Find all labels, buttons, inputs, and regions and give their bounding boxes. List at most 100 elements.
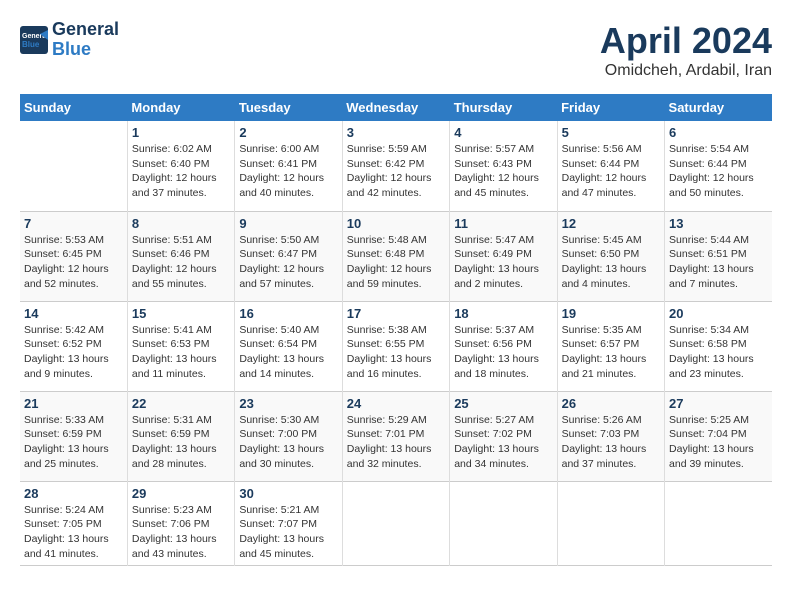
day-number: 26 xyxy=(562,396,660,411)
day-cell-11: 11Sunrise: 5:47 AM Sunset: 6:49 PM Dayli… xyxy=(450,211,557,301)
week-row-2: 7 Sunrise: 5:53 AM Sunset: 6:45 PM Daylig… xyxy=(20,211,772,301)
day-info: Sunrise: 5:31 AM Sunset: 6:59 PM Dayligh… xyxy=(132,413,230,472)
day-info: Sunrise: 5:40 AM Sunset: 6:54 PM Dayligh… xyxy=(239,323,337,382)
day-cell-15: 15 Sunrise: 5:41 AM Sunset: 6:53 PM Dayli… xyxy=(127,301,234,391)
week-row-3: 14 Sunrise: 5:42 AM Sunset: 6:52 PM Dayli… xyxy=(20,301,772,391)
day-info: Sunrise: 5:38 AM Sunset: 6:55 PM Dayligh… xyxy=(347,323,445,382)
logo-text: General Blue xyxy=(52,20,119,60)
day-number: 19 xyxy=(562,306,660,321)
day-number: 28 xyxy=(24,486,123,501)
day-number: 4 xyxy=(454,125,552,140)
title-section: April 2024 Omidcheh, Ardabil, Iran xyxy=(600,20,772,80)
day-cell-20: 20Sunrise: 5:34 AM Sunset: 6:58 PM Dayli… xyxy=(665,301,772,391)
day-number: 22 xyxy=(132,396,230,411)
day-info: Sunrise: 5:24 AM Sunset: 7:05 PM Dayligh… xyxy=(24,503,123,562)
day-info: Sunrise: 5:27 AM Sunset: 7:02 PM Dayligh… xyxy=(454,413,552,472)
day-cell-23: 23Sunrise: 5:30 AM Sunset: 7:00 PM Dayli… xyxy=(235,391,342,481)
day-cell-17: 17 Sunrise: 5:38 AM Sunset: 6:55 PM Dayli… xyxy=(342,301,449,391)
day-cell-29: 29Sunrise: 5:23 AM Sunset: 7:06 PM Dayli… xyxy=(127,481,234,566)
month-title: April 2024 xyxy=(600,20,772,62)
day-number: 5 xyxy=(562,125,660,140)
day-info: Sunrise: 5:21 AM Sunset: 7:07 PM Dayligh… xyxy=(239,503,337,562)
location-title: Omidcheh, Ardabil, Iran xyxy=(600,62,772,80)
day-cell-26: 26Sunrise: 5:26 AM Sunset: 7:03 PM Dayli… xyxy=(557,391,664,481)
day-number: 1 xyxy=(132,125,230,140)
week-row-1: 1 Sunrise: 6:02 AM Sunset: 6:40 PM Daylig… xyxy=(20,121,772,211)
day-number: 13 xyxy=(669,216,768,231)
day-cell-16: 16 Sunrise: 5:40 AM Sunset: 6:54 PM Dayli… xyxy=(235,301,342,391)
day-number: 8 xyxy=(132,216,230,231)
day-number: 29 xyxy=(132,486,230,501)
header-day-thursday: Thursday xyxy=(450,94,557,121)
day-number: 10 xyxy=(347,216,445,231)
day-cell-7: 7 Sunrise: 5:53 AM Sunset: 6:45 PM Daylig… xyxy=(20,211,127,301)
day-number: 17 xyxy=(347,306,445,321)
day-info: Sunrise: 5:53 AM Sunset: 6:45 PM Dayligh… xyxy=(24,233,123,292)
header-day-saturday: Saturday xyxy=(665,94,772,121)
empty-cell xyxy=(342,481,449,566)
day-cell-13: 13 Sunrise: 5:44 AM Sunset: 6:51 PM Dayli… xyxy=(665,211,772,301)
day-number: 11 xyxy=(454,216,552,231)
svg-text:Blue: Blue xyxy=(22,40,40,49)
week-row-4: 21 Sunrise: 5:33 AM Sunset: 6:59 PM Dayli… xyxy=(20,391,772,481)
day-cell-4: 4 Sunrise: 5:57 AM Sunset: 6:43 PM Daylig… xyxy=(450,121,557,211)
day-info: Sunrise: 5:42 AM Sunset: 6:52 PM Dayligh… xyxy=(24,323,123,382)
day-info: Sunrise: 5:57 AM Sunset: 6:43 PM Dayligh… xyxy=(454,142,552,201)
header-day-monday: Monday xyxy=(127,94,234,121)
day-cell-25: 25 Sunrise: 5:27 AM Sunset: 7:02 PM Dayli… xyxy=(450,391,557,481)
header-row: SundayMondayTuesdayWednesdayThursdayFrid… xyxy=(20,94,772,121)
day-number: 18 xyxy=(454,306,552,321)
day-info: Sunrise: 5:37 AM Sunset: 6:56 PM Dayligh… xyxy=(454,323,552,382)
day-cell-14: 14 Sunrise: 5:42 AM Sunset: 6:52 PM Dayli… xyxy=(20,301,127,391)
empty-cell xyxy=(20,121,127,211)
day-info: Sunrise: 5:56 AM Sunset: 6:44 PM Dayligh… xyxy=(562,142,660,201)
day-cell-1: 1 Sunrise: 6:02 AM Sunset: 6:40 PM Daylig… xyxy=(127,121,234,211)
day-cell-21: 21 Sunrise: 5:33 AM Sunset: 6:59 PM Dayli… xyxy=(20,391,127,481)
day-cell-12: 12Sunrise: 5:45 AM Sunset: 6:50 PM Dayli… xyxy=(557,211,664,301)
day-number: 3 xyxy=(347,125,445,140)
day-cell-30: 30Sunrise: 5:21 AM Sunset: 7:07 PM Dayli… xyxy=(235,481,342,566)
header-day-tuesday: Tuesday xyxy=(235,94,342,121)
day-info: Sunrise: 5:59 AM Sunset: 6:42 PM Dayligh… xyxy=(347,142,445,201)
day-cell-24: 24 Sunrise: 5:29 AM Sunset: 7:01 PM Dayli… xyxy=(342,391,449,481)
day-number: 21 xyxy=(24,396,123,411)
day-number: 14 xyxy=(24,306,123,321)
day-number: 25 xyxy=(454,396,552,411)
day-cell-9: 9 Sunrise: 5:50 AM Sunset: 6:47 PM Daylig… xyxy=(235,211,342,301)
day-number: 24 xyxy=(347,396,445,411)
day-info: Sunrise: 5:44 AM Sunset: 6:51 PM Dayligh… xyxy=(669,233,768,292)
day-info: Sunrise: 5:25 AM Sunset: 7:04 PM Dayligh… xyxy=(669,413,768,472)
day-number: 27 xyxy=(669,396,768,411)
day-info: Sunrise: 5:51 AM Sunset: 6:46 PM Dayligh… xyxy=(132,233,230,292)
day-cell-28: 28 Sunrise: 5:24 AM Sunset: 7:05 PM Dayli… xyxy=(20,481,127,566)
week-row-5: 28 Sunrise: 5:24 AM Sunset: 7:05 PM Dayli… xyxy=(20,481,772,566)
day-number: 6 xyxy=(669,125,768,140)
empty-cell xyxy=(665,481,772,566)
day-cell-27: 27 Sunrise: 5:25 AM Sunset: 7:04 PM Dayli… xyxy=(665,391,772,481)
calendar-table: SundayMondayTuesdayWednesdayThursdayFrid… xyxy=(20,94,772,566)
day-cell-5: 5 Sunrise: 5:56 AM Sunset: 6:44 PM Daylig… xyxy=(557,121,664,211)
day-info: Sunrise: 6:00 AM Sunset: 6:41 PM Dayligh… xyxy=(239,142,337,201)
day-number: 2 xyxy=(239,125,337,140)
day-cell-10: 10 Sunrise: 5:48 AM Sunset: 6:48 PM Dayli… xyxy=(342,211,449,301)
day-number: 9 xyxy=(239,216,337,231)
day-info: Sunrise: 5:50 AM Sunset: 6:47 PM Dayligh… xyxy=(239,233,337,292)
day-cell-6: 6Sunrise: 5:54 AM Sunset: 6:44 PM Daylig… xyxy=(665,121,772,211)
day-info: Sunrise: 6:02 AM Sunset: 6:40 PM Dayligh… xyxy=(132,142,230,201)
day-info: Sunrise: 5:29 AM Sunset: 7:01 PM Dayligh… xyxy=(347,413,445,472)
day-cell-22: 22 Sunrise: 5:31 AM Sunset: 6:59 PM Dayli… xyxy=(127,391,234,481)
day-info: Sunrise: 5:35 AM Sunset: 6:57 PM Dayligh… xyxy=(562,323,660,382)
day-cell-8: 8 Sunrise: 5:51 AM Sunset: 6:46 PM Daylig… xyxy=(127,211,234,301)
day-number: 15 xyxy=(132,306,230,321)
day-number: 12 xyxy=(562,216,660,231)
header-day-sunday: Sunday xyxy=(20,94,127,121)
day-cell-19: 19 Sunrise: 5:35 AM Sunset: 6:57 PM Dayli… xyxy=(557,301,664,391)
day-info: Sunrise: 5:33 AM Sunset: 6:59 PM Dayligh… xyxy=(24,413,123,472)
day-info: Sunrise: 5:48 AM Sunset: 6:48 PM Dayligh… xyxy=(347,233,445,292)
day-number: 16 xyxy=(239,306,337,321)
day-number: 7 xyxy=(24,216,123,231)
day-number: 23 xyxy=(239,396,337,411)
day-number: 20 xyxy=(669,306,768,321)
day-info: Sunrise: 5:41 AM Sunset: 6:53 PM Dayligh… xyxy=(132,323,230,382)
day-cell-2: 2 Sunrise: 6:00 AM Sunset: 6:41 PM Daylig… xyxy=(235,121,342,211)
